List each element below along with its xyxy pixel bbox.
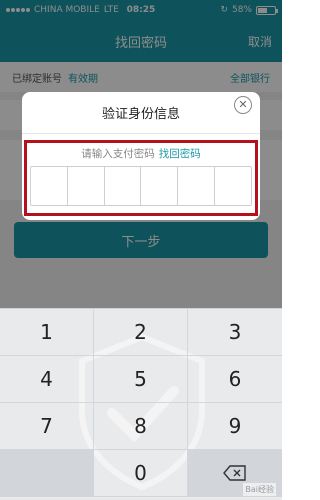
key-3[interactable]: 3 — [188, 309, 282, 356]
pin-digit-box[interactable] — [178, 167, 216, 205]
pin-digit-box[interactable] — [31, 167, 68, 205]
dialog-title: 验证身份信息 — [22, 92, 260, 134]
close-icon[interactable]: ✕ — [234, 96, 252, 114]
key-2[interactable]: 2 — [94, 309, 188, 356]
key-9[interactable]: 9 — [188, 403, 282, 450]
key-4[interactable]: 4 — [0, 356, 94, 403]
watermark-text: Bai经验 — [243, 483, 276, 496]
pin-digit-box[interactable] — [105, 167, 142, 205]
key-6[interactable]: 6 — [188, 356, 282, 403]
blank-key — [0, 450, 94, 497]
key-1[interactable]: 1 — [0, 309, 94, 356]
key-7[interactable]: 7 — [0, 403, 94, 450]
key-0[interactable]: 0 — [94, 450, 188, 497]
forgot-password-link[interactable]: 找回密码 — [159, 148, 201, 160]
key-8[interactable]: 8 — [94, 403, 188, 450]
pin-digit-box[interactable] — [68, 167, 105, 205]
password-prompt: 请输入支付密码 — [81, 148, 155, 160]
key-5[interactable]: 5 — [94, 356, 188, 403]
numeric-keypad: 123 456 7890 Bai经验 — [0, 308, 282, 500]
verify-dialog: 验证身份信息 ✕ 请输入支付密码 找回密码 — [22, 92, 260, 220]
pin-digit-box[interactable] — [141, 167, 179, 205]
backspace-icon — [223, 465, 246, 481]
pin-digit-box[interactable] — [215, 167, 251, 205]
pin-input[interactable] — [30, 166, 252, 206]
prompt-line: 请输入支付密码 找回密码 — [22, 146, 260, 161]
